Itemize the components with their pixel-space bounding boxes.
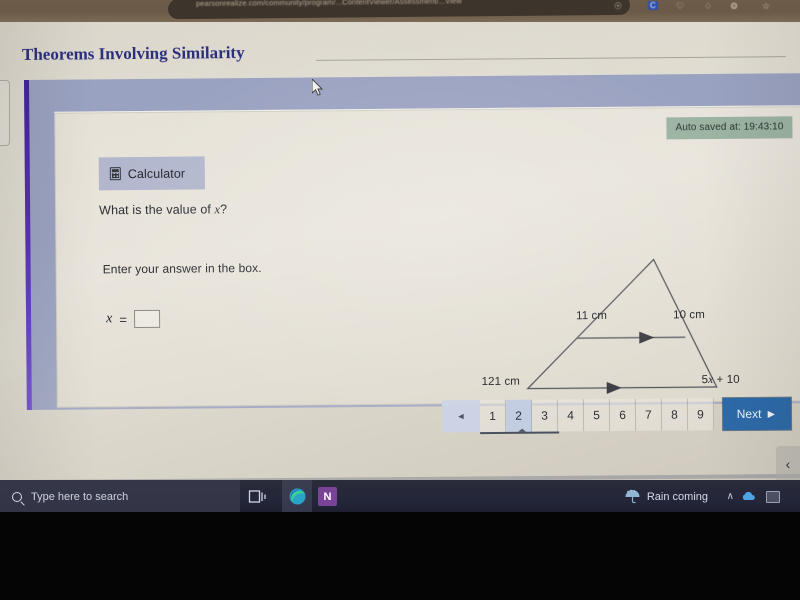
question-prompt-prefix: What is the value of — [99, 202, 215, 218]
extensions-icon[interactable]: ⚙ — [730, 1, 738, 12]
label-upper-right-side: 10 cm — [673, 309, 705, 322]
calculator-button[interactable]: Calculator — [98, 156, 205, 191]
onenote-icon[interactable]: N — [318, 487, 337, 506]
midsegment-arrowhead-icon — [639, 331, 655, 344]
question-prompt: What is the value of x? — [99, 202, 227, 218]
assessment-shell: Auto saved at: 19:43:10 Calculator What … — [24, 73, 800, 410]
tray-expand-chevron-icon[interactable]: ∧ — [727, 491, 734, 502]
browser-chrome: pearsonrealize.com/community/program/...… — [0, 0, 800, 22]
answer-row: x = — [106, 309, 160, 329]
taskbar-search[interactable]: Type here to search — [0, 480, 240, 514]
next-button[interactable]: Next ► — [722, 397, 792, 431]
triangle-outline — [526, 258, 718, 390]
pagination-page-2[interactable]: 2 — [505, 399, 533, 432]
pagination-page-5[interactable]: 5 — [583, 399, 611, 432]
edge-browser-icon[interactable] — [282, 480, 312, 514]
answer-instruction: Enter your answer in the box. — [102, 260, 262, 277]
base-arrowhead-icon — [606, 381, 622, 394]
question-card: Auto saved at: 19:43:10 Calculator What … — [54, 105, 800, 408]
next-arrow-icon: ► — [765, 406, 778, 421]
calculator-icon — [109, 167, 121, 181]
next-button-label: Next — [736, 406, 762, 422]
label-lower-left-side: 121 cm — [481, 375, 521, 389]
profile-icon[interactable]: C — [648, 1, 658, 10]
label-upper-left-side: 11 cm — [576, 309, 608, 323]
address-bar-url: pearsonrealize.com/community/program/...… — [195, 0, 462, 8]
calculator-button-label: Calculator — [127, 166, 186, 181]
pagination-page-7[interactable]: 7 — [635, 398, 663, 431]
page-title: Theorems Involving Similarity — [21, 43, 245, 64]
pagination-page-4[interactable]: 4 — [557, 399, 585, 432]
pagination-page-3[interactable]: 3 — [531, 399, 559, 432]
equals-sign: = — [119, 311, 127, 327]
question-prompt-suffix: ? — [220, 202, 228, 217]
desk-background — [0, 512, 800, 600]
answer-input[interactable] — [133, 309, 160, 329]
page-side-tab[interactable] — [0, 80, 10, 146]
taskbar-search-placeholder: Type here to search — [31, 491, 129, 503]
midsegment-line — [577, 336, 686, 339]
collections-icon[interactable]: ♢ — [704, 1, 712, 12]
onedrive-cloud-icon[interactable] — [741, 492, 756, 501]
accent-bar — [24, 79, 32, 410]
network-tray-icon[interactable] — [766, 491, 780, 503]
favorites-icon[interactable]: ♡ — [676, 1, 684, 12]
browser-essentials-icon[interactable]: ☆ — [762, 1, 770, 12]
pagination: ◄ 1 2 3 4 5 6 7 8 9 Next ► — [441, 397, 792, 435]
autosave-status: Auto saved at: 19:43:10 — [666, 116, 793, 140]
umbrella-rain-icon — [625, 489, 640, 504]
web-page: Theorems Involving Similarity Auto saved… — [0, 22, 800, 485]
label-expr-suffix: + 10 — [713, 373, 740, 386]
windows-taskbar: Type here to search N Rain coming ∧ — [0, 480, 800, 514]
address-bar[interactable]: pearsonrealize.com/community/program/...… — [167, 0, 631, 20]
pagination-page-1[interactable]: 1 — [479, 399, 507, 433]
weather-widget[interactable]: Rain coming — [624, 480, 708, 514]
onenote-label: N — [323, 490, 332, 503]
collapse-panel-button[interactable]: ‹ — [776, 446, 800, 482]
pagination-page-6[interactable]: 6 — [609, 398, 637, 432]
answer-variable-label: x — [106, 311, 113, 327]
label-lower-right-side: 5x + 10 — [702, 374, 740, 386]
zoom-icon[interactable]: ☉ — [614, 1, 622, 12]
screen-photo: pearsonrealize.com/community/program/...… — [0, 0, 800, 600]
search-icon — [12, 492, 22, 502]
task-view-icon[interactable] — [248, 487, 268, 507]
weather-text: Rain coming — [646, 491, 708, 503]
heading-divider — [316, 56, 786, 61]
pagination-page-9[interactable]: 9 — [687, 398, 715, 431]
pagination-prev-button[interactable]: ◄ — [441, 400, 481, 433]
pagination-page-8[interactable]: 8 — [661, 398, 689, 431]
chevron-left-icon: ‹ — [785, 456, 791, 472]
